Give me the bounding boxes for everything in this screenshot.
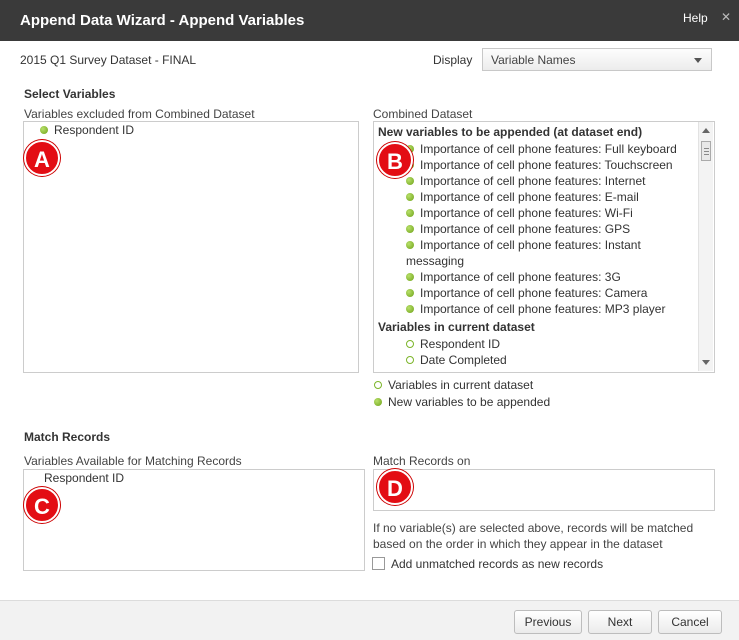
excluded-label: Variables excluded from Combined Dataset: [24, 107, 255, 121]
green-dot-icon: [406, 193, 414, 201]
grip-line: [704, 148, 709, 149]
select-variables-heading: Select Variables: [24, 87, 116, 101]
list-item[interactable]: Respondent ID: [44, 471, 124, 485]
match-records-heading: Match Records: [24, 430, 111, 444]
match-on-label: Match Records on: [373, 454, 471, 468]
list-item[interactable]: Importance of cell phone features: GPS: [406, 222, 630, 236]
list-item[interactable]: Importance of cell phone features: Touch…: [406, 158, 673, 172]
callout-badge-a: A: [24, 140, 60, 176]
callout-badge-d: D: [377, 469, 413, 505]
match-records-on-list[interactable]: [373, 469, 715, 511]
green-dot-icon: [40, 126, 48, 134]
list-item[interactable]: Importance of cell phone features: Camer…: [406, 286, 647, 300]
hollow-dot-icon: [406, 340, 414, 348]
legend-new: New variables to be appended: [374, 395, 550, 409]
callout-badge-b: B: [377, 142, 413, 178]
dataset-name: 2015 Q1 Survey Dataset - FINAL: [20, 53, 197, 67]
green-dot-icon: [406, 289, 414, 297]
list-item-continuation: messaging: [406, 254, 465, 268]
display-select-value: Variable Names: [491, 53, 576, 67]
green-dot-icon: [406, 305, 414, 313]
help-link[interactable]: Help: [683, 11, 708, 25]
callout-badge-c: C: [24, 487, 60, 523]
title-bar: Append Data Wizard - Append Variables He…: [0, 0, 739, 41]
list-item[interactable]: Importance of cell phone features: Insta…: [406, 238, 641, 252]
list-item[interactable]: Importance of cell phone features: Wi-Fi: [406, 206, 633, 220]
display-select[interactable]: Variable Names: [482, 48, 712, 71]
add-unmatched-checkbox[interactable]: [372, 557, 385, 570]
window-title: Append Data Wizard - Append Variables: [20, 12, 305, 29]
scroll-up-arrow-icon[interactable]: [702, 128, 710, 133]
list-item[interactable]: Importance of cell phone features: E-mai…: [406, 190, 639, 204]
close-icon[interactable]: ✕: [721, 10, 731, 24]
new-variables-group-title: New variables to be appended (at dataset…: [378, 125, 643, 139]
cancel-button[interactable]: Cancel: [658, 610, 722, 634]
hollow-dot-icon: [406, 356, 414, 364]
green-dot-icon: [374, 398, 382, 406]
previous-button[interactable]: Previous: [514, 610, 582, 634]
grip-line: [704, 154, 709, 155]
combined-list-scrollbar[interactable]: [698, 122, 713, 371]
list-item[interactable]: Respondent ID: [406, 337, 500, 351]
list-item[interactable]: Importance of cell phone features: Inter…: [406, 174, 645, 188]
list-item[interactable]: Importance of cell phone features: MP3 p…: [406, 302, 665, 316]
match-note: If no variable(s) are selected above, re…: [373, 521, 694, 551]
list-item[interactable]: Date Completed: [406, 353, 507, 367]
next-button[interactable]: Next: [588, 610, 652, 634]
green-dot-icon: [406, 177, 414, 185]
display-label: Display: [433, 53, 473, 67]
scroll-thumb[interactable]: [701, 141, 711, 161]
excluded-variables-list[interactable]: [23, 121, 359, 373]
footer-bar: Previous Next Cancel: [0, 600, 739, 640]
chevron-down-icon: [694, 58, 702, 63]
green-dot-icon: [406, 273, 414, 281]
green-dot-icon: [406, 209, 414, 217]
legend-current: Variables in current dataset: [374, 378, 533, 392]
list-item[interactable]: Importance of cell phone features: 3G: [406, 270, 621, 284]
scroll-down-arrow-icon[interactable]: [702, 360, 710, 365]
available-label: Variables Available for Matching Records: [24, 454, 242, 468]
list-item[interactable]: Respondent ID: [40, 123, 134, 137]
grip-line: [704, 151, 709, 152]
list-item[interactable]: Importance of cell phone features: Full …: [406, 142, 677, 156]
combined-label: Combined Dataset: [373, 107, 473, 121]
add-unmatched-label[interactable]: Add unmatched records as new records: [391, 557, 603, 571]
green-dot-icon: [406, 225, 414, 233]
hollow-dot-icon: [374, 381, 382, 389]
green-dot-icon: [406, 241, 414, 249]
current-variables-group-title: Variables in current dataset: [378, 320, 535, 334]
